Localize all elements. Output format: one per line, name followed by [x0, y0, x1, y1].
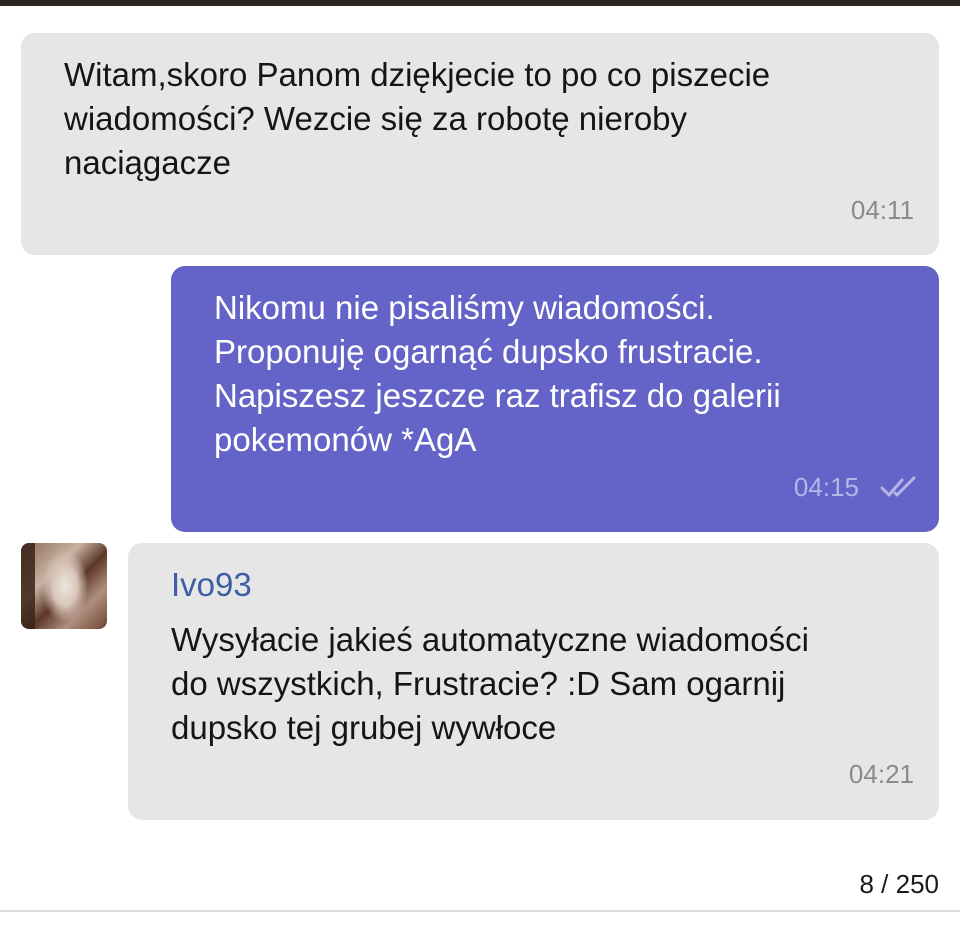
message-text: Witam,skoro Panom dziękjecie to po co pi…	[64, 56, 771, 181]
sender-name[interactable]: Ivo93	[171, 563, 252, 607]
message-text: Wysyłacie jakieś automatyczne wiadomości…	[171, 621, 809, 746]
message-counter: 8 / 250	[859, 869, 939, 899]
divider	[0, 910, 960, 912]
message-text: Nikomu nie pisaliśmy wiadomości. Proponu…	[214, 289, 781, 458]
double-check-icon	[880, 476, 916, 497]
message-bubble-outgoing[interactable]: Nikomu nie pisaliśmy wiadomości. Proponu…	[171, 266, 939, 532]
message-bubble-incoming[interactable]: Witam,skoro Panom dziękjecie to po co pi…	[21, 33, 939, 255]
message-bubble-incoming[interactable]: Ivo93 Wysyłacie jakieś automatyczne wiad…	[128, 543, 939, 820]
message-time: 04:21	[848, 759, 914, 789]
message-time: 04:15	[793, 472, 859, 502]
message-time: 04:11	[850, 195, 914, 225]
top-bar	[0, 0, 960, 6]
avatar[interactable]	[21, 543, 107, 629]
